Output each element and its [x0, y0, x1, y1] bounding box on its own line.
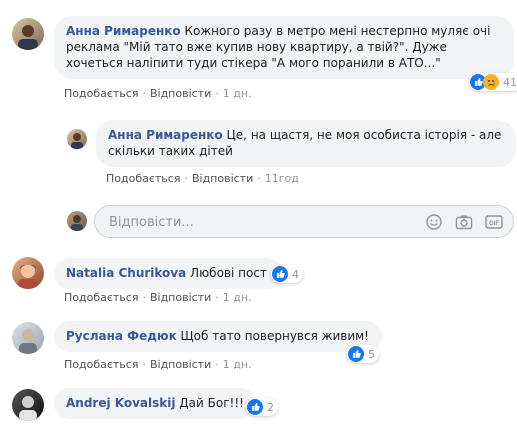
reply-link[interactable]: Відповісти [150, 87, 211, 100]
profile-photo-icon [71, 133, 83, 149]
comment-author[interactable]: Анна Римаренко [66, 24, 181, 38]
camera-icon[interactable] [455, 214, 473, 230]
timestamp[interactable]: 1 дн. [223, 358, 252, 371]
svg-text:GIF: GIF [489, 221, 499, 227]
reply-avatar[interactable] [67, 129, 87, 149]
smiley-icon[interactable] [425, 214, 443, 230]
like-reaction-icon [272, 266, 288, 282]
reactions-summary[interactable]: 2 [246, 398, 278, 416]
reply-input[interactable] [107, 214, 411, 231]
profile-photo-icon [71, 215, 83, 231]
comment-actions: Подобається · Відповісти · 1 дн. [64, 87, 252, 100]
profile-photo-icon [18, 264, 38, 289]
reaction-count: 4 [292, 267, 299, 281]
comment-author[interactable]: Руслана Федюк [66, 329, 177, 343]
reaction-count: 41 [503, 75, 517, 89]
timestamp[interactable]: 1 дн. [223, 291, 252, 304]
comment-author[interactable]: Andrej Kovalskij [66, 396, 175, 410]
gif-icon[interactable]: GIF [485, 214, 503, 230]
comment-bubble: Natalia Churikova Любові пост [54, 258, 282, 289]
like-reaction-icon [247, 399, 263, 415]
like-reaction-icon [348, 346, 364, 362]
comment-author[interactable]: Natalia Churikova [66, 266, 186, 280]
profile-photo-icon [18, 25, 38, 50]
like-link[interactable]: Подобається [64, 87, 138, 100]
avatar[interactable] [12, 257, 44, 289]
profile-photo-icon [19, 396, 37, 421]
reaction-count: 2 [267, 400, 274, 414]
reactions-summary[interactable]: 4 [271, 265, 303, 283]
comment-actions: Подобається · Відповісти · 1 дн. [64, 291, 252, 304]
timestamp[interactable]: 1 дн. [223, 87, 252, 100]
reaction-count: 5 [368, 347, 375, 361]
comment-text: Любові пост [186, 266, 267, 280]
comment-text: Щоб тато повернувся живим! [176, 329, 369, 343]
reply-actions: Подобається · Відповісти · 11год [106, 172, 299, 185]
reply-author[interactable]: Анна Римаренко [108, 128, 223, 142]
like-link[interactable]: Подобається [64, 358, 138, 371]
timestamp[interactable]: 11год [265, 172, 299, 185]
comment-actions: Подобається · Відповісти · 1 дн. [64, 358, 252, 371]
avatar[interactable] [12, 389, 44, 421]
like-link[interactable]: Подобається [64, 291, 138, 304]
like-link[interactable]: Подобається [106, 172, 180, 185]
avatar[interactable] [12, 18, 44, 50]
current-user-avatar [67, 211, 87, 231]
reactions-summary[interactable]: 5 [347, 345, 379, 363]
reply-input-box: GIF [94, 205, 514, 238]
avatar[interactable] [12, 322, 44, 354]
comment-bubble: Анна Римаренко Кожного разу в метро мені… [54, 16, 514, 79]
sad-reaction-icon [483, 74, 499, 90]
comment-bubble: Руслана Федюк Щоб тато повернувся живим! [54, 321, 382, 352]
reactions-summary[interactable]: 41 [469, 73, 517, 91]
comment-text: Дай Бог!!! [175, 396, 244, 410]
reply-link[interactable]: Відповісти [150, 291, 211, 304]
reply-link[interactable]: Відповісти [192, 172, 253, 185]
profile-photo-icon [19, 329, 37, 354]
reply-link[interactable]: Відповісти [150, 358, 211, 371]
reply-bubble: Анна Римаренко Це, на щастя, не моя особ… [96, 120, 516, 167]
comment-bubble: Andrej Kovalskij Дай Бог!!! [54, 388, 256, 419]
